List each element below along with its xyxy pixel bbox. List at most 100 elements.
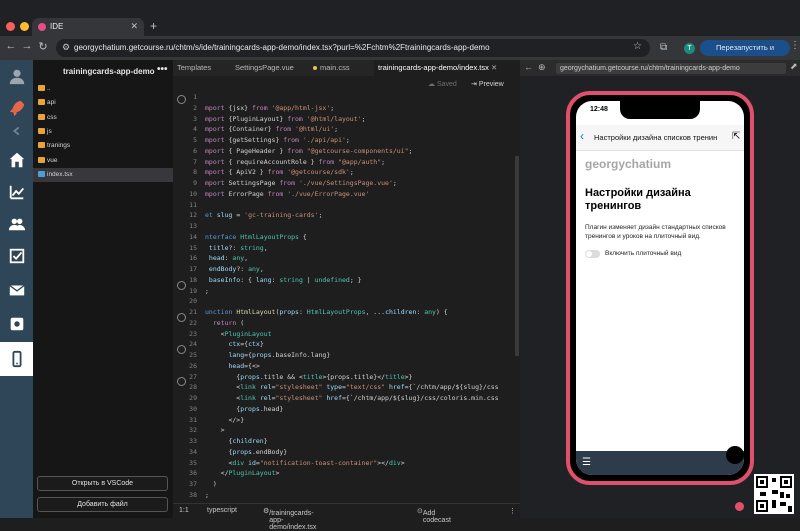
line-number: 31	[189, 415, 197, 424]
project-menu-icon[interactable]: •••	[157, 64, 168, 75]
floating-action-button[interactable]	[726, 446, 744, 464]
favicon-icon	[38, 23, 46, 31]
line-number: 5	[193, 136, 197, 144]
tab-settings-page[interactable]: SettingsPage.vue	[231, 60, 307, 76]
line-number: 4	[193, 125, 197, 134]
line-number: 8	[193, 168, 197, 177]
settings-icon[interactable]	[0, 308, 33, 340]
minimize-window-button[interactable]	[20, 22, 29, 31]
bookmark-star-icon[interactable]: ☆	[633, 41, 642, 52]
code-line: </>}	[205, 415, 245, 424]
code-line: ctx={ctx}	[205, 340, 264, 349]
file-icon	[38, 170, 45, 177]
code-area[interactable]: 1 2 mport {jsx} from '@app/html-jsx'; 3 mpor…	[173, 92, 520, 502]
editor-scrollbar[interactable]	[515, 156, 519, 356]
more-icon[interactable]: ⋮	[509, 507, 516, 515]
qr-code-icon	[754, 474, 794, 514]
brand-logo: georgychatium	[585, 157, 672, 171]
extensions-icon[interactable]: ⧉	[660, 42, 667, 53]
preview-back-icon[interactable]: ←	[524, 62, 533, 72]
add-codecast-label: Add codecast	[422, 510, 451, 524]
folder-item[interactable]: tranings	[33, 139, 173, 153]
line-number: 11	[189, 200, 197, 209]
browser-menu-icon[interactable]: ⋮	[790, 40, 800, 51]
tab-index-tsx[interactable]: trainingcards-app-demo/index.tsx ✕	[374, 60, 520, 76]
home-icon[interactable]	[0, 144, 33, 176]
rocket-icon[interactable]	[0, 92, 33, 124]
chart-icon[interactable]	[0, 176, 33, 208]
open-external-icon[interactable]: ⇱	[732, 131, 740, 142]
folder-icon	[38, 113, 45, 120]
preview-button[interactable]: ⇥ Preview	[471, 80, 504, 88]
code-line: {children}	[205, 437, 268, 445]
add-file-button[interactable]: Добавить файл	[37, 497, 168, 512]
line-number: 33	[189, 437, 197, 445]
browser-tab[interactable]: IDE ✕	[32, 18, 144, 36]
reload-icon[interactable]: ↻	[36, 40, 50, 53]
file-path-text: /trainingcards-app-demo/index.tsx	[269, 510, 317, 531]
tile-view-toggle[interactable]	[585, 250, 600, 258]
tab-templates[interactable]: Templates	[173, 60, 229, 76]
preview-label: Preview	[478, 81, 504, 88]
folder-item[interactable]: js	[33, 125, 173, 139]
code-line: mport { requireAccountRole } from "@app/…	[205, 157, 386, 166]
code-line: mport {jsx} from '@app/html-jsx';	[205, 103, 335, 112]
file-path: ⚙ /trainingcards-app-demo/index.tsx	[263, 508, 317, 531]
code-line: unction HtmlLayout(props: HtmlLayoutProp…	[205, 308, 448, 316]
relaunch-button[interactable]: Перезапустить и обновить	[700, 40, 790, 68]
folder-item[interactable]: css	[33, 111, 173, 125]
file-explorer: trainingcards-app-demo ••• .. api css js tra…	[33, 60, 173, 518]
folder-icon	[38, 127, 45, 134]
preview-open-icon[interactable]: ⬈	[790, 61, 798, 72]
profile-avatar[interactable]: T	[684, 43, 695, 54]
tab-label: SettingsPage.vue	[235, 63, 294, 72]
code-line: ;	[205, 490, 209, 499]
hamburger-menu-icon[interactable]: ☰	[582, 457, 591, 468]
back-icon[interactable]: ←	[4, 40, 18, 52]
file-item[interactable]: index.tsx	[33, 167, 173, 182]
tab-main-css[interactable]: main.css	[309, 60, 371, 76]
line-number: 25	[189, 351, 197, 359]
code-line: <link rel="stylesheet" type="text/css" h…	[205, 383, 499, 392]
close-tab-icon[interactable]: ✕	[130, 21, 138, 32]
mail-icon[interactable]	[0, 274, 33, 306]
status-dot-icon	[735, 502, 744, 511]
preview-url[interactable]: georgychatium.getcourse.ru/chtm/training…	[556, 63, 786, 74]
collapse-arrow-icon[interactable]	[0, 122, 33, 140]
code-line: mport { PageHeader } from "@getcourse-co…	[205, 146, 413, 155]
new-tab-icon[interactable]: +	[150, 19, 157, 33]
folder-item[interactable]: ..	[33, 82, 173, 96]
preview-pane: ← ⊕ georgychatium.getcourse.ru/chtm/trai…	[520, 60, 800, 518]
users-icon[interactable]	[0, 208, 33, 240]
folder-icon	[38, 85, 45, 91]
mobile-preview-icon[interactable]	[0, 342, 33, 376]
folder-item[interactable]: api	[33, 96, 173, 110]
site-info-icon[interactable]: ⚙	[62, 42, 70, 53]
user-avatar-icon[interactable]	[0, 60, 33, 92]
add-codecast-button[interactable]: ⊙ Add codecast	[417, 507, 451, 524]
editor-header: ☁ Saved ⇥ Preview	[173, 76, 520, 92]
address-bar[interactable]: ⚙ georgychatium.getcourse.ru/chtm/s/ide/…	[56, 39, 650, 57]
phone-screen: 12:48 ‹ Настройки дизайна списков тренин…	[576, 101, 744, 475]
code-line: mport {PluginLayout} from '@html/layout'…	[205, 114, 366, 123]
line-number: 26	[189, 361, 197, 370]
open-vscode-button[interactable]: Открыть в VSCode	[37, 476, 168, 491]
phone-notch	[620, 101, 700, 119]
checkbox-icon[interactable]	[0, 240, 33, 272]
preview-reload-icon[interactable]: ⊕	[538, 62, 546, 73]
code-line: baseInfo: { lang: string | undefined; }	[205, 275, 362, 284]
forward-icon[interactable]: →	[20, 40, 34, 52]
line-number: 1	[193, 93, 197, 101]
line-number: 34	[189, 447, 197, 456]
code-line: nterface HtmlLayoutProps {	[205, 232, 307, 241]
page-description: Плагин изменяет дизайн стандартных списк…	[585, 224, 726, 240]
code-line: <div id="notification-toast-container"><…	[205, 458, 405, 467]
folder-item[interactable]: vue	[33, 154, 173, 168]
line-number: 19	[189, 286, 197, 295]
language-mode[interactable]: typescript	[207, 507, 237, 514]
back-chevron-icon[interactable]: ‹	[580, 129, 584, 143]
folder-icon	[38, 142, 45, 149]
close-window-button[interactable]	[6, 22, 15, 31]
close-tab-icon[interactable]: ✕	[491, 63, 497, 72]
code-line: head={<>	[205, 361, 260, 370]
